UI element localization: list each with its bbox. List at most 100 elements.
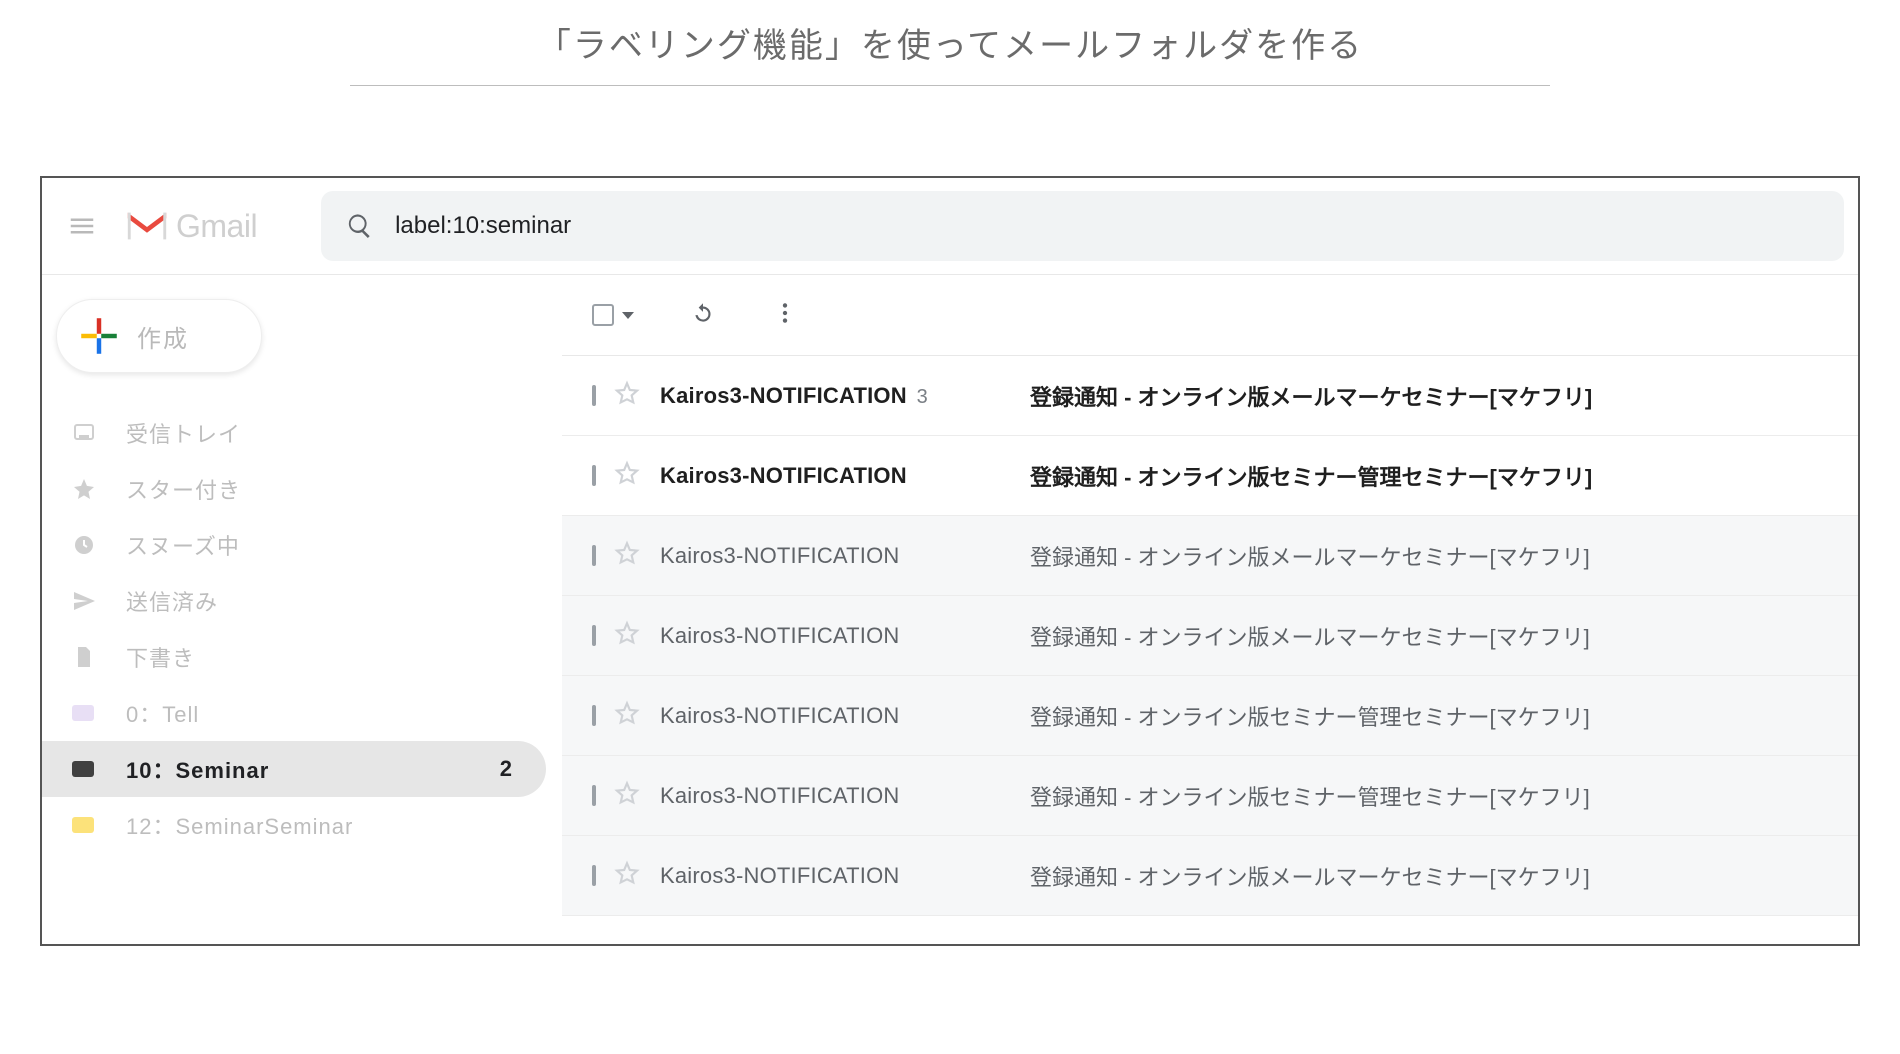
- title-divider: [350, 85, 1550, 86]
- plus-icon: [79, 316, 119, 356]
- sidebar-item-label: スヌーズ中: [126, 529, 562, 561]
- sidebar-item-3[interactable]: 送信済み: [42, 573, 562, 629]
- mail-row[interactable]: Kairos3-NOTIFICATION登録通知 - オンライン版メールマーケセ…: [562, 516, 1858, 596]
- sidebar-item-label: 送信済み: [126, 585, 562, 617]
- row-thread-count: 3: [911, 386, 928, 408]
- star-outline-icon: [614, 860, 640, 886]
- gmail-m-icon: [124, 208, 170, 244]
- row-subject: 登録通知 - オンライン版セミナー管理セミナー[マケフリ]: [1030, 460, 1858, 492]
- row-checkbox[interactable]: [592, 787, 596, 805]
- star-outline-icon: [614, 620, 640, 646]
- row-star-button[interactable]: [614, 780, 640, 811]
- row-star-button[interactable]: [614, 380, 640, 411]
- gmail-header: Gmail label:10:seminar: [42, 178, 1858, 274]
- row-checkbox[interactable]: [592, 707, 596, 725]
- tag-icon: [72, 817, 112, 833]
- main-menu-button[interactable]: [50, 194, 114, 258]
- mail-row[interactable]: Kairos3-NOTIFICATION登録通知 - オンライン版メールマーケセ…: [562, 836, 1858, 916]
- search-query-text: label:10:seminar: [395, 212, 571, 240]
- sidebar-item-7[interactable]: 12：SeminarSeminar: [42, 797, 562, 853]
- label-tag-icon: [72, 817, 94, 833]
- row-subject: 登録通知 - オンライン版メールマーケセミナー[マケフリ]: [1030, 380, 1858, 412]
- search-icon: [339, 212, 381, 240]
- search-bar[interactable]: label:10:seminar: [321, 191, 1844, 261]
- checkbox-icon: [592, 705, 596, 726]
- star-outline-icon: [614, 460, 640, 486]
- label-tag-icon: [72, 705, 94, 721]
- row-sender: Kairos3-NOTIFICATION: [660, 543, 1030, 569]
- page-title: 「ラベリング機能」を使ってメールフォルダを作る: [0, 10, 1900, 85]
- star-outline-icon: [614, 380, 640, 406]
- sidebar-item-label: 10：Seminar: [126, 753, 500, 785]
- row-checkbox[interactable]: [592, 627, 596, 645]
- checkbox-icon: [592, 625, 596, 646]
- sidebar-item-label: 0：Tell: [126, 697, 562, 729]
- row-star-button[interactable]: [614, 540, 640, 571]
- star-icon: [72, 477, 112, 501]
- row-sender: Kairos3-NOTIFICATION: [660, 703, 1030, 729]
- row-subject: 登録通知 - オンライン版メールマーケセミナー[マケフリ]: [1030, 620, 1858, 652]
- chevron-down-icon: [622, 312, 634, 319]
- tag-icon: [72, 761, 112, 777]
- sidebar-item-label: 下書き: [126, 641, 562, 673]
- row-star-button[interactable]: [614, 700, 640, 731]
- row-sender: Kairos3-NOTIFICATION 3: [660, 383, 1030, 409]
- checkbox-icon: [592, 785, 596, 806]
- refresh-button[interactable]: [690, 300, 716, 331]
- row-sender: Kairos3-NOTIFICATION: [660, 623, 1030, 649]
- sidebar-item-label: 受信トレイ: [126, 417, 562, 449]
- row-checkbox[interactable]: [592, 467, 596, 485]
- compose-label: 作成: [137, 319, 189, 354]
- row-sender: Kairos3-NOTIFICATION: [660, 783, 1030, 809]
- refresh-icon: [690, 300, 716, 326]
- sidebar-item-5[interactable]: 0：Tell: [42, 685, 562, 741]
- mail-row[interactable]: Kairos3-NOTIFICATION登録通知 - オンライン版セミナー管理セ…: [562, 676, 1858, 756]
- row-star-button[interactable]: [614, 460, 640, 491]
- checkbox-icon: [592, 385, 596, 406]
- mail-toolbar: [562, 275, 1858, 355]
- file-icon: [72, 645, 112, 669]
- checkbox-icon: [592, 465, 596, 486]
- star-outline-icon: [614, 540, 640, 566]
- checkbox-icon: [592, 865, 596, 886]
- mail-row[interactable]: Kairos3-NOTIFICATION 3登録通知 - オンライン版メールマー…: [562, 356, 1858, 436]
- row-subject: 登録通知 - オンライン版メールマーケセミナー[マケフリ]: [1030, 860, 1858, 892]
- mail-row[interactable]: Kairos3-NOTIFICATION登録通知 - オンライン版セミナー管理セ…: [562, 436, 1858, 516]
- sidebar-item-count: 2: [500, 756, 546, 782]
- sidebar-item-1[interactable]: スター付き: [42, 461, 562, 517]
- sidebar-item-label: スター付き: [126, 473, 562, 505]
- more-button[interactable]: [772, 300, 798, 331]
- star-outline-icon: [614, 780, 640, 806]
- row-subject: 登録通知 - オンライン版メールマーケセミナー[マケフリ]: [1030, 540, 1858, 572]
- row-checkbox[interactable]: [592, 387, 596, 405]
- select-all-checkbox[interactable]: [592, 304, 634, 326]
- mail-row[interactable]: Kairos3-NOTIFICATION登録通知 - オンライン版セミナー管理セ…: [562, 756, 1858, 836]
- more-vert-icon: [772, 300, 798, 326]
- send-icon: [72, 589, 112, 613]
- sidebar-item-6[interactable]: 10：Seminar2: [42, 741, 546, 797]
- row-subject: 登録通知 - オンライン版セミナー管理セミナー[マケフリ]: [1030, 700, 1858, 732]
- row-star-button[interactable]: [614, 620, 640, 651]
- row-sender: Kairos3-NOTIFICATION: [660, 863, 1030, 889]
- checkbox-icon: [592, 304, 614, 326]
- gmail-screenshot-frame: Gmail label:10:seminar: [40, 176, 1860, 946]
- compose-button[interactable]: 作成: [56, 299, 262, 373]
- gmail-logo[interactable]: Gmail: [124, 208, 257, 245]
- inbox-icon: [72, 421, 112, 445]
- sidebar-item-2[interactable]: スヌーズ中: [42, 517, 562, 573]
- row-checkbox[interactable]: [592, 867, 596, 885]
- tag-icon: [72, 705, 112, 721]
- row-checkbox[interactable]: [592, 547, 596, 565]
- sidebar-item-label: 12：SeminarSeminar: [126, 809, 562, 841]
- checkbox-icon: [592, 545, 596, 566]
- row-subject: 登録通知 - オンライン版セミナー管理セミナー[マケフリ]: [1030, 780, 1858, 812]
- gmail-brand-text: Gmail: [176, 208, 257, 245]
- label-tag-icon: [72, 761, 94, 777]
- row-sender: Kairos3-NOTIFICATION: [660, 463, 1030, 489]
- mail-main: Kairos3-NOTIFICATION 3登録通知 - オンライン版メールマー…: [562, 275, 1858, 944]
- row-star-button[interactable]: [614, 860, 640, 891]
- sidebar-item-0[interactable]: 受信トレイ: [42, 405, 562, 461]
- mail-row[interactable]: Kairos3-NOTIFICATION登録通知 - オンライン版メールマーケセ…: [562, 596, 1858, 676]
- star-outline-icon: [614, 700, 640, 726]
- sidebar-item-4[interactable]: 下書き: [42, 629, 562, 685]
